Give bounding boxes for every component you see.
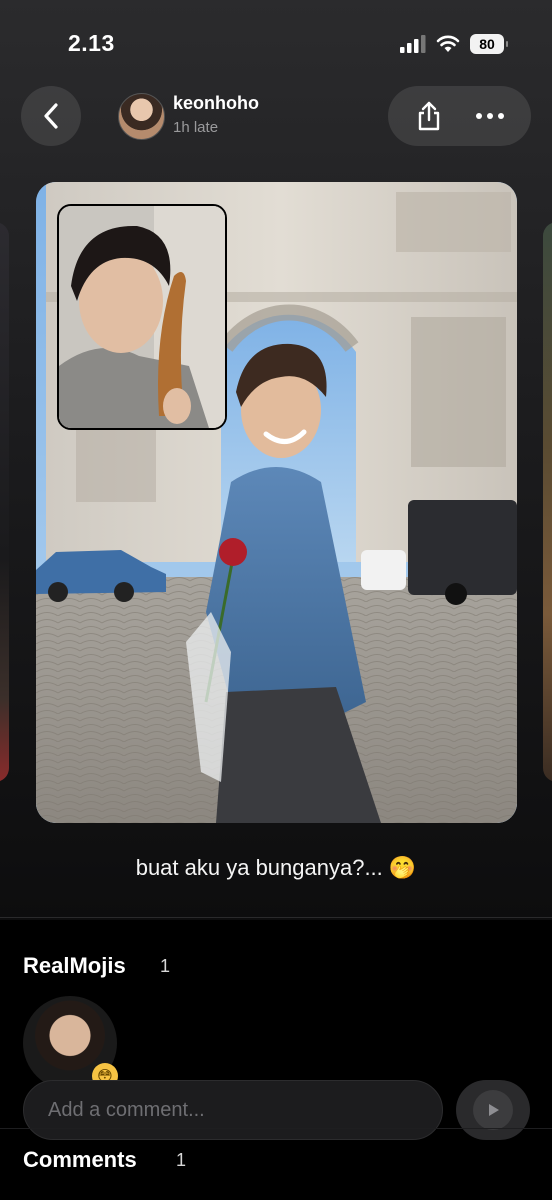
realmojis-title: RealMojis bbox=[23, 953, 126, 978]
section-divider bbox=[0, 917, 552, 918]
comment-input[interactable] bbox=[23, 1080, 443, 1140]
front-camera-photo[interactable] bbox=[57, 204, 227, 430]
send-comment-button[interactable] bbox=[456, 1080, 530, 1140]
back-button[interactable] bbox=[21, 86, 81, 146]
share-button[interactable] bbox=[409, 96, 449, 136]
header-actions bbox=[388, 86, 531, 146]
send-button-circle bbox=[473, 1090, 513, 1130]
comments-divider bbox=[0, 1128, 552, 1129]
post-time: 1h late bbox=[173, 119, 219, 136]
next-post-peek[interactable] bbox=[543, 222, 552, 782]
status-time: 2.13 bbox=[68, 30, 115, 56]
realmojis-count: 1 bbox=[160, 956, 171, 976]
send-icon bbox=[489, 1104, 499, 1116]
wifi-icon bbox=[436, 35, 460, 52]
back-chevron-icon bbox=[44, 103, 58, 129]
previous-post-peek[interactable] bbox=[0, 222, 9, 782]
battery-level: 80 bbox=[479, 36, 495, 52]
comments-title: Comments bbox=[23, 1147, 137, 1172]
status-icons: 80 bbox=[400, 32, 508, 56]
comments-count: 1 bbox=[176, 1150, 187, 1170]
front-camera-illustration bbox=[59, 206, 225, 428]
username[interactable]: keonhoho bbox=[173, 93, 259, 114]
more-icon bbox=[476, 113, 505, 119]
cellular-signal-icon bbox=[400, 35, 426, 53]
user-avatar[interactable] bbox=[118, 93, 165, 140]
battery-icon: 80 bbox=[470, 34, 508, 54]
more-button[interactable] bbox=[470, 96, 510, 136]
share-icon bbox=[418, 101, 439, 131]
post-caption: buat aku ya bunganya?... 🤭 bbox=[135, 855, 417, 880]
